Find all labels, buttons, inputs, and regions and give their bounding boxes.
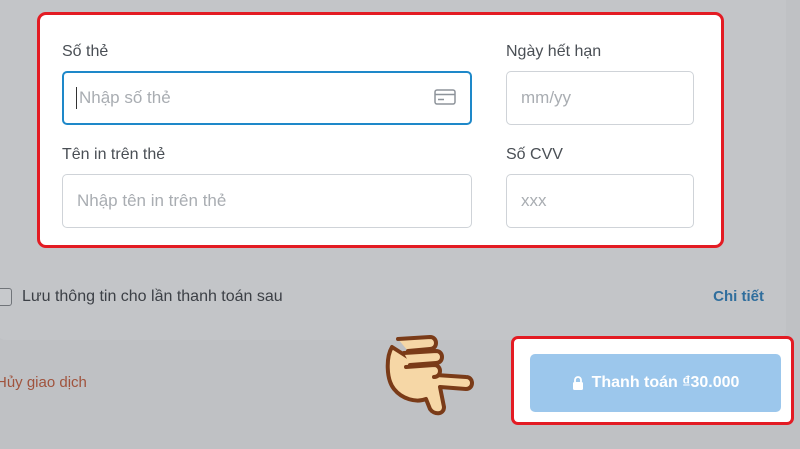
pointing-hand-icon bbox=[385, 335, 474, 416]
save-info-row: Lưu thông tin cho lần thanh toán sau bbox=[0, 285, 774, 309]
save-info-label[interactable]: Lưu thông tin cho lần thanh toán sau bbox=[22, 288, 283, 306]
cvv-label: Số CVV bbox=[506, 146, 563, 163]
pay-button-label: Thanh toán ₫30.000 bbox=[591, 374, 740, 391]
cardholder-name-input[interactable]: Nhập tên in trên thẻ bbox=[62, 174, 472, 228]
expiry-input[interactable]: mm/yy bbox=[506, 71, 694, 125]
card-number-placeholder: Nhập số thẻ bbox=[79, 88, 171, 107]
details-link[interactable]: Chi tiết bbox=[713, 288, 764, 305]
credit-card-icon bbox=[434, 89, 456, 105]
card-form-highlight: Số thẻ Nhập số thẻ Ngày hết hạn mm/yy Tê… bbox=[37, 12, 724, 248]
card-number-label: Số thẻ bbox=[62, 43, 109, 60]
lock-icon bbox=[572, 376, 583, 390]
text-caret bbox=[76, 87, 77, 109]
pay-button[interactable]: Thanh toán ₫30.000 bbox=[530, 354, 781, 412]
cvv-placeholder: xxx bbox=[521, 191, 547, 210]
cvv-input[interactable]: xxx bbox=[506, 174, 694, 228]
save-info-checkbox[interactable] bbox=[0, 288, 12, 306]
card-number-input[interactable]: Nhập số thẻ bbox=[62, 71, 472, 125]
cardholder-name-placeholder: Nhập tên in trên thẻ bbox=[77, 191, 227, 210]
cancel-transaction-link[interactable]: Hủy giao dịch bbox=[0, 374, 87, 391]
cardholder-name-label: Tên in trên thẻ bbox=[62, 146, 166, 163]
expiry-label: Ngày hết hạn bbox=[506, 43, 602, 60]
expiry-placeholder: mm/yy bbox=[521, 88, 572, 107]
